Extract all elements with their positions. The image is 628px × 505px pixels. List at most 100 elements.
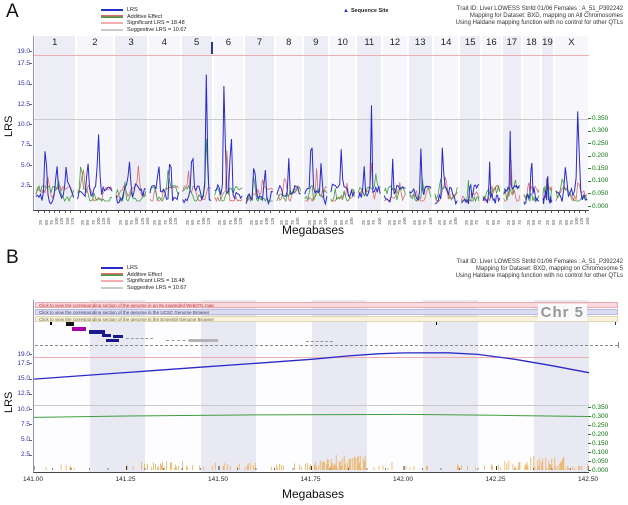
x-tick-label: 100 bbox=[402, 217, 407, 225]
x-tick-mark bbox=[38, 211, 39, 213]
x-tick-label: 142.00 bbox=[391, 476, 415, 483]
webqtl-expand-link-strip[interactable]: Click to view the corresponding section … bbox=[35, 302, 618, 308]
gene-glyph-14[interactable] bbox=[618, 342, 619, 348]
x-tick-label: 75 bbox=[228, 220, 233, 225]
x-tick-mark bbox=[474, 211, 475, 213]
mapping-function-line: Using Haldane mapping function with no c… bbox=[303, 20, 623, 27]
gene-glyph-13[interactable] bbox=[35, 345, 618, 346]
y-tick-mark bbox=[29, 165, 32, 166]
x-tick-mark bbox=[511, 211, 512, 213]
x-tick-label: 75 bbox=[196, 220, 201, 225]
x-tick-label: 50 bbox=[511, 220, 516, 225]
x-tick-label: 75 bbox=[517, 220, 522, 225]
x-tick-mark bbox=[217, 211, 218, 213]
x-tick-mark bbox=[387, 211, 388, 213]
x-tick-mark bbox=[574, 211, 575, 213]
y-tick-label: 5.0 bbox=[8, 162, 30, 169]
x-tick-label: 75 bbox=[422, 220, 427, 225]
y-tick-mark bbox=[29, 51, 32, 52]
panel-a-trait-info: Trait ID: Liver LOWESS Stnfd 01/06 Femal… bbox=[303, 6, 623, 27]
panel-a-plot[interactable]: 12345678910111213141516171819X bbox=[33, 36, 589, 211]
x-tick-mark bbox=[254, 211, 255, 213]
significant-line-swatch bbox=[101, 280, 123, 282]
x-tick-mark bbox=[168, 211, 169, 213]
x-tick-label: 125 bbox=[206, 217, 211, 225]
y-tick-mark bbox=[29, 424, 32, 425]
lrs-curves bbox=[34, 36, 589, 210]
x-tick-label: 50 bbox=[564, 220, 569, 225]
x-tick-label: 125 bbox=[173, 217, 178, 225]
panel-b-plot[interactable]: Click to view the corresponding section … bbox=[33, 300, 589, 473]
gene-glyph-4[interactable] bbox=[102, 334, 111, 337]
x-tick-mark bbox=[517, 211, 518, 213]
ensembl-browser-link-strip[interactable]: Click to view the corresponding section … bbox=[35, 316, 618, 322]
ucsc-browser-link-strip[interactable]: Click to view the corresponding section … bbox=[35, 309, 618, 315]
right-tick-mark bbox=[588, 181, 591, 182]
x-tick-mark bbox=[579, 211, 580, 213]
x-tick-mark bbox=[412, 211, 413, 213]
gene-glyph-5[interactable] bbox=[113, 335, 123, 338]
legend-suggestive-label: Suggestive LRS = 10.67 bbox=[127, 285, 186, 291]
x-tick-label: 75 bbox=[474, 220, 479, 225]
x-tick-label: 25 bbox=[545, 220, 550, 225]
mapping-function-line: Using Haldane mapping function with no c… bbox=[303, 273, 623, 280]
lrs-line-swatch bbox=[101, 267, 123, 269]
right-tick-label: 0.050 bbox=[592, 458, 608, 465]
x-tick-mark bbox=[124, 211, 125, 213]
gene-glyph-2[interactable] bbox=[72, 327, 86, 331]
x-tick-label: 150 bbox=[106, 217, 111, 225]
x-tick-label: 50 bbox=[124, 220, 129, 225]
x-tick-label: 125 bbox=[238, 217, 243, 225]
x-tick-mark bbox=[106, 211, 107, 213]
legend-significant-label: Significant LRS = 18.48 bbox=[127, 20, 185, 26]
x-tick-label: 75 bbox=[318, 220, 323, 225]
x-tick-mark bbox=[85, 211, 86, 213]
x-tick-mark bbox=[361, 211, 362, 213]
x-tick-mark bbox=[437, 211, 438, 213]
x-tick-mark bbox=[129, 211, 130, 213]
x-tick-mark bbox=[371, 211, 372, 213]
significant-line-swatch bbox=[101, 22, 123, 24]
x-tick-label: 100 bbox=[323, 217, 328, 225]
x-tick-label: 50 bbox=[44, 220, 49, 225]
panel-b-legend: LRS Additive Effect Significant LRS = 18… bbox=[101, 265, 186, 291]
right-tick-label: 0.300 bbox=[592, 127, 608, 134]
x-tick-mark bbox=[323, 211, 324, 213]
x-tick-mark bbox=[569, 211, 570, 213]
mapping-dataset-line: Mapping for Dataset: BXD, mapping on Chr… bbox=[303, 266, 623, 273]
chromosome-5-title: Chr 5 bbox=[538, 304, 587, 321]
gene-glyph-6[interactable] bbox=[106, 339, 119, 342]
x-tick-mark bbox=[44, 211, 45, 213]
legend-item-suggestive: Suggestive LRS = 10.67 bbox=[101, 285, 186, 292]
legend-significant-label: Significant LRS = 18.48 bbox=[127, 278, 185, 284]
x-tick-label: 25 bbox=[361, 220, 366, 225]
x-tick-label: 50 bbox=[531, 220, 536, 225]
x-tick-mark bbox=[558, 211, 559, 213]
x-tick-mark bbox=[491, 211, 492, 213]
x-tick-mark bbox=[70, 211, 71, 213]
gene-glyph-8[interactable] bbox=[166, 340, 191, 341]
right-tick-mark bbox=[588, 206, 591, 207]
x-tick-mark bbox=[290, 211, 291, 213]
gene-glyph-10[interactable] bbox=[306, 341, 333, 342]
x-tick-mark bbox=[284, 211, 285, 213]
x-tick-label: 75 bbox=[290, 220, 295, 225]
panel-b-xlabel: Megabases bbox=[233, 487, 393, 501]
x-tick-mark bbox=[163, 211, 164, 213]
x-tick-mark bbox=[485, 211, 486, 213]
x-tick-mark bbox=[339, 211, 340, 213]
x-tick-mark bbox=[54, 211, 55, 213]
legend-suggestive-label: Suggestive LRS = 10.67 bbox=[127, 27, 186, 33]
right-tick-mark bbox=[588, 156, 591, 157]
gene-glyph-9[interactable] bbox=[189, 339, 218, 342]
suggestive-line-swatch bbox=[101, 287, 123, 289]
gene-glyph-7[interactable] bbox=[126, 338, 153, 339]
qtl-map-page: A LRS Additive Effect Significant LRS = … bbox=[0, 0, 628, 505]
gene-glyph-1[interactable] bbox=[66, 322, 74, 326]
x-tick-mark bbox=[101, 211, 102, 213]
right-tick-mark bbox=[588, 143, 591, 144]
x-tick-mark bbox=[422, 211, 423, 213]
x-tick-mark bbox=[49, 211, 50, 213]
x-tick-mark bbox=[96, 211, 97, 213]
x-tick-mark bbox=[551, 211, 552, 213]
